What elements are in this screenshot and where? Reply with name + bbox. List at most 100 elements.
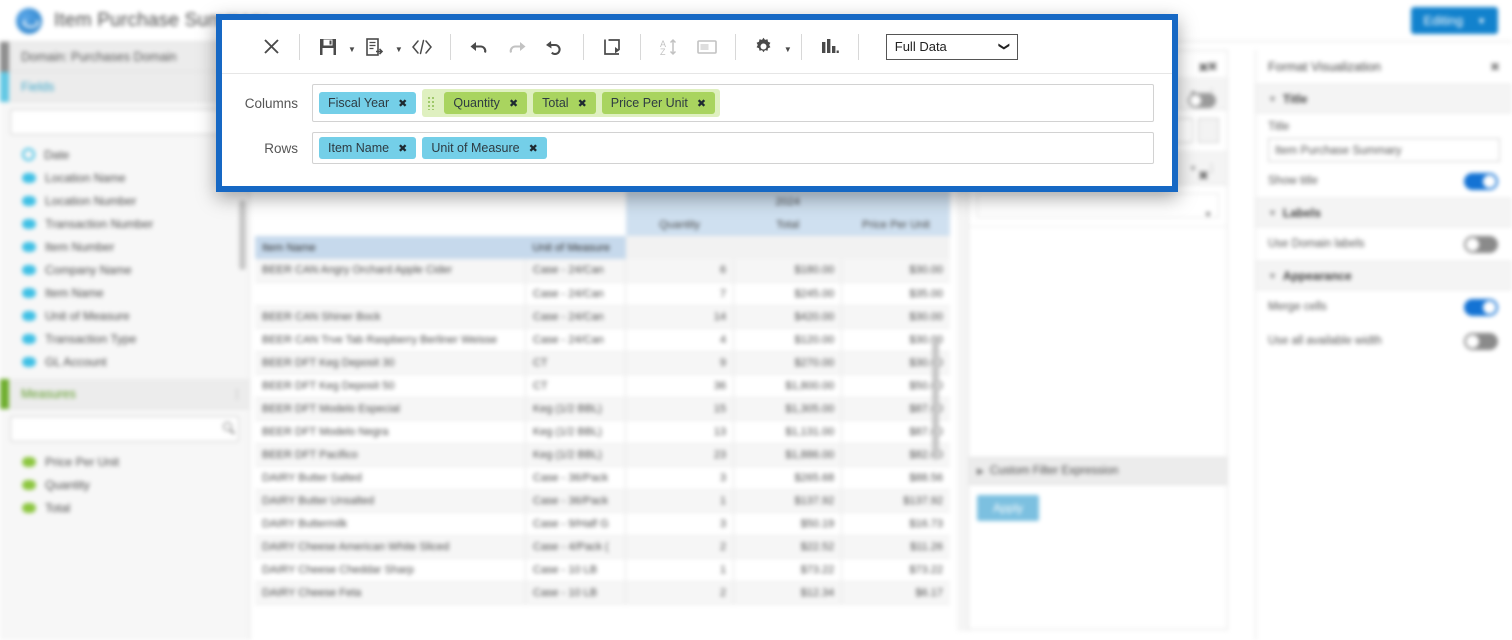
format-section-title[interactable]: ▼ Title — [1256, 84, 1512, 113]
shelf-pill[interactable]: Item Name ✖ — [319, 137, 417, 159]
save-as-icon[interactable] — [356, 28, 394, 66]
table-row: BEER CAN Angry Orchard Apple Cider Case -… — [255, 259, 950, 283]
field-list-item[interactable]: Transaction Number — [0, 212, 249, 235]
field-list-item[interactable]: Transaction Type — [0, 327, 249, 350]
measure-field-icon — [22, 456, 36, 467]
table-row: BEER DFT Keg Deposit 30 CT 9 $270.00 $30.00 — [255, 351, 950, 375]
close-icon[interactable]: ✖ — [1198, 60, 1209, 76]
field-list-item[interactable]: Company Name — [0, 258, 249, 281]
editing-mode-button[interactable]: Editing ▼ — [1411, 7, 1498, 34]
measures-search-input[interactable] — [10, 416, 239, 442]
table-cell-ppu: $73.22 — [841, 558, 950, 582]
table-cell-total: $50.19 — [733, 512, 842, 536]
close-icon[interactable] — [252, 28, 290, 66]
field-list-item[interactable]: Price Per Unit — [0, 450, 249, 473]
filter-value-select[interactable]: ▼ — [977, 193, 1219, 219]
format-section-labels-label: Labels — [1282, 205, 1321, 220]
custom-filter-expression-section[interactable]: ▶ Custom Filter Expression — [969, 457, 1227, 485]
remove-pill-icon[interactable]: ✖ — [697, 97, 706, 110]
panel-toggle-switch[interactable] — [1188, 93, 1216, 108]
shelf-pill-label: Unit of Measure — [431, 141, 520, 155]
row-header-label: Item Name — [255, 236, 526, 259]
table-cell-uom: Case - 24/Can — [524, 305, 626, 329]
remove-pill-icon[interactable]: ✖ — [509, 97, 518, 110]
table-cell-quantity: 1 — [625, 489, 734, 513]
field-list-item[interactable]: Unit of Measure — [0, 304, 249, 327]
table-cell-total: $420.00 — [733, 305, 842, 329]
shelf-pill-label: Total — [542, 96, 569, 110]
code-icon[interactable] — [403, 28, 441, 66]
chevron-down-icon[interactable]: ▼ — [348, 45, 356, 54]
use-all-available-width-toggle[interactable] — [1464, 332, 1498, 350]
rows-shelf-dropzone[interactable]: Item Name ✖ Unit of Measure ✖ — [312, 132, 1154, 164]
chevron-down-icon: ▼ — [1189, 164, 1197, 173]
show-title-toggle[interactable] — [1464, 172, 1498, 190]
sidebar-section-domain[interactable]: Domain: Purchases Domain — [0, 41, 249, 72]
fields-search-input[interactable] — [10, 109, 239, 135]
shelf-pill[interactable]: Fiscal Year ✖ — [319, 92, 417, 114]
close-icon[interactable]: ✖ — [1490, 60, 1500, 74]
field-list-item[interactable]: Location Number — [0, 189, 249, 212]
table-cell-item: DAIRY Cheese Feta — [255, 581, 526, 605]
column-header-measure: Quantity — [625, 213, 734, 236]
shelf-pill[interactable]: Unit of Measure ✖ — [422, 137, 547, 159]
filter-operator-dropdown[interactable]: ▼ — [1185, 162, 1197, 174]
pivot-icon[interactable] — [593, 28, 631, 66]
format-section-appearance-label: Appearance — [1282, 268, 1352, 283]
table-cell-uom: Case - 4/Pack ( — [524, 535, 626, 559]
table-cell-quantity: 14 — [625, 305, 734, 329]
table-cell-total: $22.52 — [733, 535, 842, 559]
shelf-pill[interactable]: Quantity ✖ — [444, 92, 528, 114]
apply-button[interactable]: Apply — [977, 495, 1039, 521]
remove-pill-icon[interactable]: ✖ — [578, 97, 587, 110]
app-logo-icon — [16, 7, 42, 34]
table-cell-ppu: $16.73 — [841, 512, 950, 536]
kebab-icon[interactable]: ⋮ — [231, 387, 243, 401]
data-mode-select[interactable]: Full Data ❯ — [885, 33, 1018, 60]
shelf-pill[interactable]: Total ✖ — [533, 92, 596, 114]
settings-gear-icon[interactable] — [745, 28, 783, 66]
table-row: BEER DFT Modelo Negra Keg (1/2 BBL) 13 $1,1… — [255, 420, 950, 444]
field-list-item[interactable]: Item Number — [0, 235, 249, 258]
table-scrollbar[interactable] — [932, 340, 939, 460]
chevron-down-icon[interactable]: ▼ — [784, 45, 792, 54]
table-row: DAIRY Butter Salted Case - 36/Pack 3 $265.6… — [255, 466, 950, 490]
sidebar-scrollbar[interactable] — [239, 200, 246, 270]
remove-pill-icon[interactable]: ✖ — [529, 142, 538, 155]
close-icon[interactable]: ✖ — [1198, 168, 1209, 184]
measures-pill-group[interactable]: Quantity ✖ Total ✖ Price Per Unit ✖ — [422, 89, 721, 117]
reset-icon[interactable] — [536, 28, 574, 66]
table-cell-quantity: 1 — [625, 558, 734, 582]
header-blank — [255, 190, 526, 213]
table-measure-header-row: Quantity Total Price Per Unit — [255, 213, 950, 236]
chart-icon[interactable] — [811, 28, 849, 66]
remove-pill-icon[interactable]: ✖ — [398, 97, 407, 110]
undo-icon[interactable] — [460, 28, 498, 66]
columns-shelf-dropzone[interactable]: Fiscal Year ✖ Quantity ✖ Total ✖ Price Per Uni… — [312, 84, 1154, 122]
field-list-item[interactable]: GL Account — [0, 350, 249, 373]
sidebar-section-measures[interactable]: Measures ⋮ — [0, 378, 249, 409]
save-icon[interactable] — [309, 28, 347, 66]
field-list-item[interactable]: Item Name — [0, 281, 249, 304]
table-cell-uom: Case - 36/Pack — [524, 466, 626, 490]
sidebar-section-fields[interactable]: Fields ⋮ — [0, 71, 249, 102]
format-section-appearance[interactable]: ▼ Appearance — [1256, 261, 1512, 290]
table-cell-total: $12.34 — [733, 581, 842, 605]
title-input[interactable]: Item Purchase Summary — [1268, 138, 1500, 162]
calendar-icon[interactable] — [1198, 118, 1219, 143]
remove-pill-icon[interactable]: ✖ — [398, 142, 407, 155]
field-list-item[interactable]: Total — [0, 496, 249, 519]
field-list-item[interactable]: Date — [0, 143, 249, 166]
chevron-down-icon[interactable]: ▼ — [395, 45, 403, 54]
use-domain-labels-toggle[interactable] — [1464, 235, 1498, 253]
table-row: DAIRY Buttermilk Case - 9/Half G 3 $50.19 $1… — [255, 512, 950, 536]
format-visualization-panel: Format Visualization ✖ ▼ Title Title Ite… — [1255, 50, 1512, 640]
merge-cells-toggle[interactable] — [1464, 298, 1498, 316]
shelf-pill[interactable]: Price Per Unit ✖ — [601, 92, 716, 114]
format-section-labels[interactable]: ▼ Labels — [1256, 198, 1512, 227]
field-list-item[interactable]: Quantity — [0, 473, 249, 496]
drag-handle-icon[interactable] — [427, 96, 437, 110]
field-list-item[interactable]: Location Name — [0, 166, 249, 189]
sort-icon: AZ — [650, 28, 688, 66]
toolbar-separator — [857, 33, 859, 60]
